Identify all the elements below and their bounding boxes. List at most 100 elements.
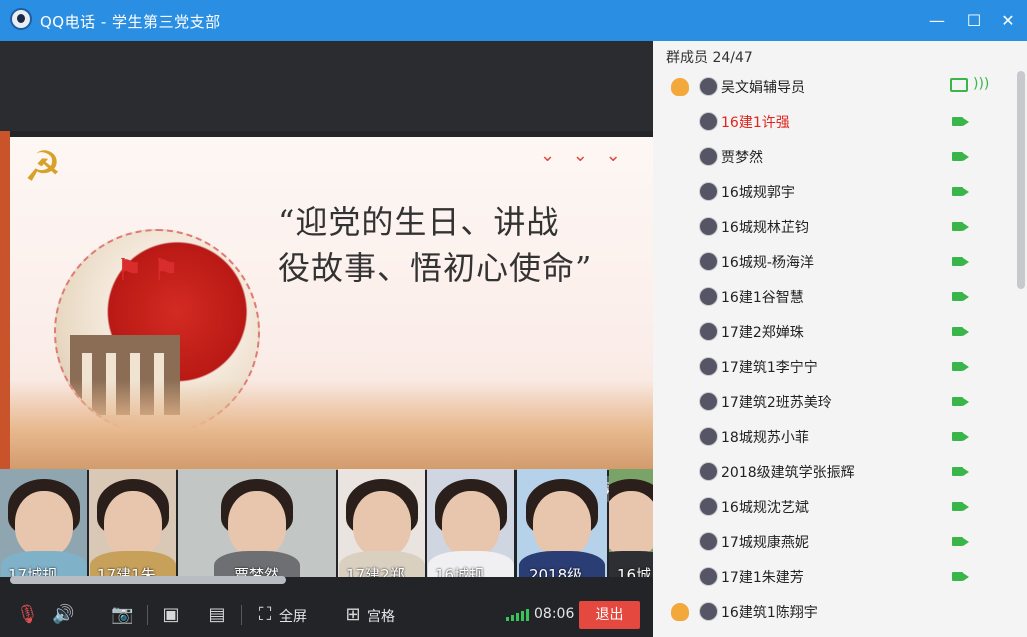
camera-on-icon xyxy=(952,327,969,336)
grid-view-button[interactable]: 宫格 xyxy=(367,606,395,626)
thumbnail-label: 16城规 xyxy=(435,566,485,577)
member-row[interactable]: 16城规郭宇 xyxy=(653,174,1015,209)
toolbar-divider xyxy=(147,605,148,625)
camera-on-icon xyxy=(952,467,969,476)
member-role-icon xyxy=(671,78,689,96)
slide-title-line2: 役故事、悟初心使命” xyxy=(278,249,593,287)
camera-on-icon xyxy=(952,187,969,196)
camera-on-icon xyxy=(952,292,969,301)
fullscreen-button[interactable]: 全屏 xyxy=(279,606,307,626)
video-top-dark xyxy=(0,41,653,131)
participant-thumbnail[interactable]: 17建2郑 xyxy=(338,469,425,577)
camera-on-icon xyxy=(952,362,969,371)
avatar xyxy=(699,357,718,376)
avatar xyxy=(699,252,718,271)
members-panel: 群成员 24/47 吴文娟辅导员))) 16建1许强 贾梦然 16城规郭宇 16城规林芷… xyxy=(653,41,1027,637)
maximize-button[interactable]: ☐ xyxy=(961,8,987,34)
camera-on-icon xyxy=(952,432,969,441)
member-name: 16城规郭宇 xyxy=(721,185,795,201)
camera-on-icon xyxy=(952,502,969,511)
face xyxy=(352,491,411,557)
thumbnail-label: 17建2郑 xyxy=(346,566,405,577)
avatar xyxy=(699,427,718,446)
thumbnail-scrollbar[interactable] xyxy=(10,576,286,584)
minimize-button[interactable]: — xyxy=(924,8,950,34)
screen-sharing-icon xyxy=(950,78,968,92)
member-row[interactable]: 贾梦然 xyxy=(653,139,1015,174)
member-name: 16城规沈艺斌 xyxy=(721,500,809,516)
participant-thumbnail[interactable]: 2018级 xyxy=(517,469,607,577)
member-row[interactable]: 16建1谷智慧 xyxy=(653,279,1015,314)
member-role-icon xyxy=(671,603,689,621)
avatar xyxy=(699,322,718,341)
member-row[interactable]: 16城规-杨海洋 xyxy=(653,244,1015,279)
shared-screen-slide[interactable]: ☭ ⌄ ⌄ ⌄ “迎党的生日、讲战 役故事、悟初心使命” ⚑ ⚑ xyxy=(10,137,653,470)
camera-off-icon[interactable]: 📷 xyxy=(111,604,133,626)
member-row[interactable]: 16城规沈艺斌 xyxy=(653,489,1015,524)
slide-title-line1: “迎党的生日、讲战 xyxy=(278,203,560,241)
participant-thumbnail[interactable]: 17建1朱 xyxy=(89,469,176,577)
member-row[interactable]: 18城规苏小菲 xyxy=(653,419,1015,454)
participant-thumbnail[interactable]: 贾梦然 xyxy=(178,469,336,577)
member-row[interactable]: 16城规林芷钧 xyxy=(653,209,1015,244)
member-row[interactable]: 2018级建筑学张振辉 xyxy=(653,454,1015,489)
thumbnail-label: 16城 xyxy=(617,566,652,577)
close-button[interactable]: ✕ xyxy=(995,8,1021,34)
participant-thumbnail[interactable]: 16城规 xyxy=(427,469,514,577)
slide-title: “迎党的生日、讲战 役故事、悟初心使命” xyxy=(278,199,653,291)
face xyxy=(609,491,653,557)
grid-icon[interactable]: ⊞ xyxy=(342,604,364,626)
fullscreen-icon[interactable]: ⛶ xyxy=(254,604,276,626)
face xyxy=(103,491,162,557)
avatar xyxy=(699,462,718,481)
member-row[interactable]: 16建筑1陈翔宇 xyxy=(653,594,1015,629)
member-row[interactable]: 17建筑1李宁宁 xyxy=(653,349,1015,384)
member-name: 贾梦然 xyxy=(721,150,763,166)
party-emblem-icon: ☭ xyxy=(24,142,62,191)
member-name: 16建1谷智慧 xyxy=(721,290,804,306)
member-name: 16城规-杨海洋 xyxy=(721,255,814,271)
avatar xyxy=(699,77,718,96)
camera-on-icon xyxy=(952,537,969,546)
call-timer: 08:06 xyxy=(534,606,575,622)
avatar xyxy=(699,392,718,411)
member-name: 17建1朱建芳 xyxy=(721,570,804,586)
member-name: 16城规林芷钧 xyxy=(721,220,809,236)
member-row[interactable]: 17建筑2班苏美玲 xyxy=(653,384,1015,419)
exit-button[interactable]: 退出 xyxy=(579,601,640,629)
birds-decoration: ⌄ ⌄ ⌄ xyxy=(540,145,627,166)
avatar xyxy=(699,182,718,201)
member-row[interactable]: 吴文娟辅导员))) xyxy=(653,69,1015,104)
face xyxy=(14,491,73,557)
speaking-icon: ))) xyxy=(973,76,990,92)
camera-on-icon xyxy=(952,257,969,266)
camera-on-icon xyxy=(952,222,969,231)
speaker-icon[interactable]: 🔊 xyxy=(52,604,74,626)
member-row[interactable]: 17建1朱建芳 xyxy=(653,559,1015,594)
avatar xyxy=(699,217,718,236)
signal-strength-icon xyxy=(506,609,529,621)
member-row[interactable]: 16建1许强 xyxy=(653,104,1015,139)
avatar xyxy=(699,532,718,551)
camera-on-icon xyxy=(952,152,969,161)
participant-thumbnail[interactable]: 17城规 xyxy=(0,469,87,577)
member-row[interactable]: 17城规康燕妮 xyxy=(653,524,1015,559)
presentation-icon[interactable]: ▤ xyxy=(206,604,228,626)
qq-logo-icon xyxy=(10,8,32,30)
mic-muted-icon[interactable]: 🎙 xyxy=(16,604,39,626)
face xyxy=(441,491,500,557)
thumbnail-label: 2018级 xyxy=(529,566,583,577)
slide-edge xyxy=(0,131,10,471)
face xyxy=(533,491,591,557)
member-row[interactable]: 17建2郑婵珠 xyxy=(653,314,1015,349)
member-name: 17建2郑婵珠 xyxy=(721,325,804,341)
screen-share-icon[interactable]: ▣ xyxy=(160,604,182,626)
call-toolbar: 🎙 🔊 📷 ▣ ▤ ⛶ 全屏 ⊞ 宫格 08:06 退出 xyxy=(0,593,653,637)
member-count: 群成员 24/47 xyxy=(666,50,753,66)
member-list-scrollbar[interactable] xyxy=(1017,71,1025,289)
member-name: 吴文娟辅导员 xyxy=(721,80,805,96)
video-area: ☭ ⌄ ⌄ ⌄ “迎党的生日、讲战 役故事、悟初心使命” ⚑ ⚑ 收起 ︾ xyxy=(0,41,653,637)
member-name: 16建筑1陈翔宇 xyxy=(721,605,818,621)
participant-thumbnail[interactable]: 16城 xyxy=(609,469,653,577)
avatar xyxy=(699,497,718,516)
